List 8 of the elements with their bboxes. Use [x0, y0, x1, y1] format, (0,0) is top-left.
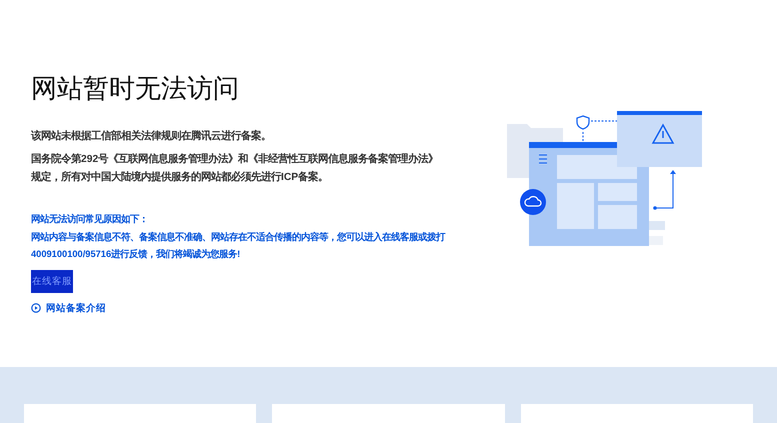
online-service-button[interactable]: 在线客服	[31, 270, 73, 292]
filing-intro-link[interactable]: 网站备案介绍	[46, 302, 106, 314]
regulation-text: 国务院令第292号《互联网信息服务管理办法》和《非经营性互联网信息服务备案管理办法》 规定，所有对中国大陆境内提供服务的网站都必须先进行ICP备案。	[31, 152, 438, 185]
reasons-text: 网站内容与备案信息不符、备案信息不准确、网站存在不适合传播的内容等，您可以进入在线客服或拨打 4009100100/95716进行反馈，我们将竭诚为您服务!	[31, 230, 445, 261]
notice-text: 该网站未根据工信部相关法律规则在腾讯云进行备案。	[31, 128, 271, 144]
page-title: 网站暂时无法访问	[31, 72, 239, 105]
reasons-heading: 网站无法访问常见原因如下：	[31, 212, 148, 226]
play-circle-icon	[31, 303, 41, 313]
